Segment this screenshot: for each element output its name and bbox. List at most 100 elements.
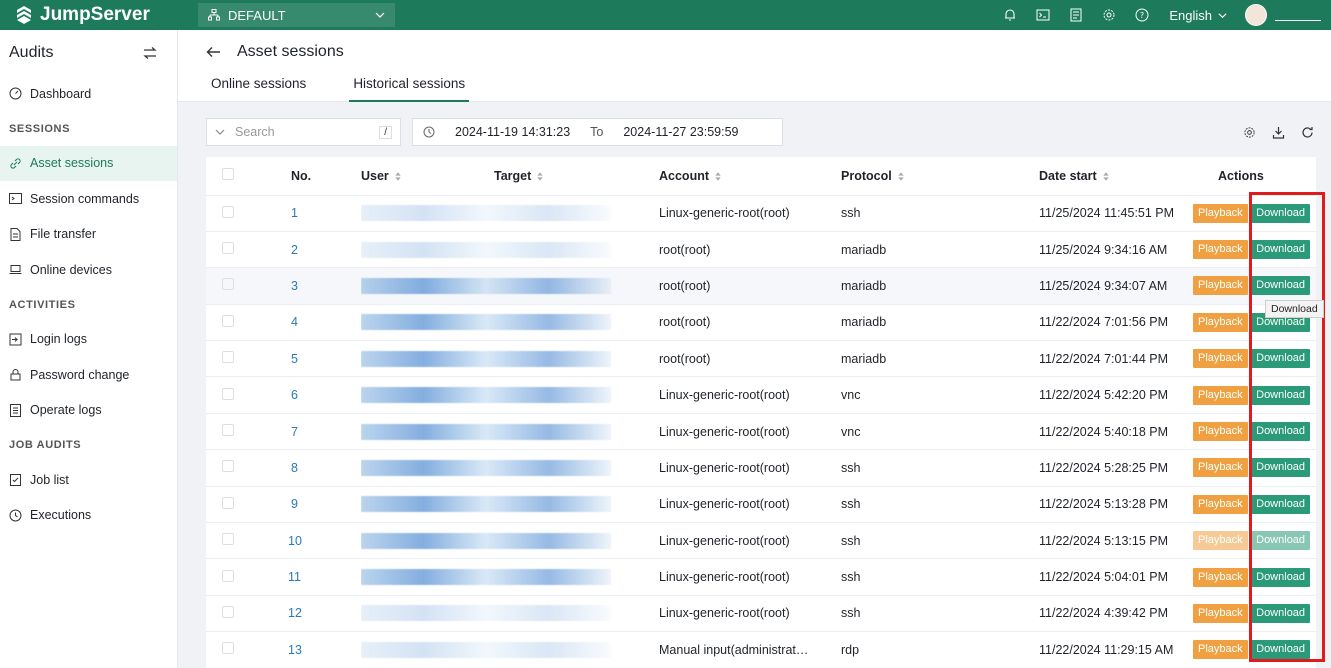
- playback-button[interactable]: Playback: [1193, 203, 1248, 223]
- col-header-target[interactable]: Target: [494, 157, 659, 196]
- sidebar-item-session-commands[interactable]: Session commands: [0, 181, 177, 217]
- table-row[interactable]: 5 root(root) mariadb 11/22/2024 7:01:44 PM P…: [206, 340, 1316, 378]
- sidebar-item-online-devices[interactable]: Online devices: [0, 252, 177, 288]
- table-row[interactable]: 6 Linux-generic-root(root) vnc 11/22/2024 5…: [206, 376, 1316, 414]
- row-number-link[interactable]: 8: [291, 461, 298, 475]
- row-checkbox[interactable]: [222, 496, 234, 509]
- row-checkbox[interactable]: [222, 314, 234, 327]
- row-checkbox[interactable]: [222, 642, 234, 655]
- sort-icon[interactable]: [897, 171, 905, 182]
- playback-button[interactable]: Playback: [1193, 312, 1248, 332]
- sidebar-item-password-change[interactable]: Password change: [0, 357, 177, 393]
- playback-button[interactable]: Playback: [1193, 640, 1248, 660]
- col-header-user[interactable]: User: [361, 157, 494, 196]
- table-row[interactable]: 10 Linux-generic-root(root) ssh 11/22/2024 …: [206, 522, 1316, 560]
- date-from[interactable]: 2024-11-19 14:31:23: [455, 125, 570, 139]
- row-number-link[interactable]: 10: [288, 534, 302, 548]
- playback-button[interactable]: Playback: [1193, 349, 1248, 369]
- redacted-user-target: [361, 605, 611, 622]
- refresh-icon[interactable]: [1301, 126, 1314, 139]
- playback-button[interactable]: Playback: [1193, 494, 1248, 514]
- row-checkbox[interactable]: [222, 242, 234, 255]
- row-checkbox[interactable]: [222, 424, 234, 437]
- row-number-link[interactable]: 4: [291, 315, 298, 329]
- switch-view-icon[interactable]: [143, 47, 157, 59]
- table-row[interactable]: 7 Linux-generic-root(root) vnc 11/22/2024 5…: [206, 413, 1316, 451]
- date-range-picker[interactable]: 2024-11-19 14:31:23 To 2024-11-27 23:59:…: [412, 118, 783, 146]
- row-number-link[interactable]: 11: [288, 570, 301, 584]
- date-to[interactable]: 2024-11-27 23:59:59: [623, 125, 738, 139]
- row-number-link[interactable]: 2: [291, 243, 298, 257]
- brand-logo[interactable]: JumpServer: [0, 4, 190, 26]
- row-checkbox[interactable]: [222, 569, 234, 582]
- table-row[interactable]: 12 Linux-generic-root(root) ssh 11/22/2024 …: [206, 595, 1316, 633]
- playback-button[interactable]: Playback: [1193, 276, 1248, 296]
- sidebar-item-asset-sessions[interactable]: Asset sessions: [0, 145, 177, 181]
- sidebar-item-job-list[interactable]: Job list: [0, 462, 177, 498]
- table-row[interactable]: 8 Linux-generic-root(root) ssh 11/22/2024 5…: [206, 449, 1316, 487]
- tab-online-sessions[interactable]: Online sessions: [210, 74, 307, 102]
- back-arrow-icon[interactable]: [206, 46, 221, 58]
- sidebar-item-executions[interactable]: Executions: [0, 498, 177, 534]
- cell-date-start: 11/22/2024 11:29:15 AM: [1039, 631, 1191, 668]
- select-all-checkbox[interactable]: [222, 168, 234, 181]
- help-icon[interactable]: ?: [1134, 8, 1149, 23]
- org-selector[interactable]: DEFAULT: [198, 3, 395, 27]
- language-selector[interactable]: English: [1169, 8, 1227, 23]
- sidebar-item-dashboard[interactable]: Dashboard: [0, 76, 177, 112]
- row-number-link[interactable]: 13: [288, 643, 302, 657]
- sort-icon[interactable]: [1102, 171, 1110, 182]
- row-number-link[interactable]: 1: [291, 206, 298, 220]
- playback-button[interactable]: Playback: [1193, 603, 1248, 623]
- sidebar-item-login-logs[interactable]: Login logs: [0, 322, 177, 358]
- row-number-link[interactable]: 9: [291, 497, 298, 511]
- search-shortcut-hint: /: [379, 125, 392, 139]
- playback-button[interactable]: Playback: [1193, 458, 1248, 478]
- playback-button[interactable]: Playback: [1193, 567, 1248, 587]
- row-checkbox[interactable]: [222, 533, 234, 546]
- row-number-link[interactable]: 3: [291, 279, 298, 293]
- user-avatar[interactable]: [1245, 4, 1267, 26]
- table-row[interactable]: 11 Linux-generic-root(root) ssh 11/22/2024 …: [206, 558, 1316, 596]
- sidebar-section-job-audits: JOB AUDITS: [9, 439, 82, 451]
- row-checkbox[interactable]: [222, 351, 234, 364]
- row-checkbox[interactable]: [222, 460, 234, 473]
- playback-button[interactable]: Playback: [1193, 385, 1248, 405]
- tickets-icon[interactable]: [1068, 8, 1083, 23]
- playback-button[interactable]: Playback: [1193, 531, 1248, 551]
- table-row[interactable]: 4 root(root) mariadb 11/22/2024 7:01:56 PM P…: [206, 304, 1316, 342]
- table-row[interactable]: 2 root(root) mariadb 11/25/2024 9:34:16 AM P…: [206, 231, 1316, 269]
- export-download-icon[interactable]: [1272, 126, 1285, 139]
- col-header-date-start[interactable]: Date start: [1039, 157, 1191, 196]
- row-checkbox[interactable]: [222, 387, 234, 400]
- row-checkbox[interactable]: [222, 605, 234, 618]
- table-row[interactable]: 13 Manual input(administrat… rdp 11/22/2024…: [206, 631, 1316, 668]
- table-row[interactable]: 9 Linux-generic-root(root) ssh 11/22/2024 5…: [206, 486, 1316, 524]
- playback-button[interactable]: Playback: [1193, 422, 1248, 442]
- cell-protocol: rdp: [841, 631, 1039, 668]
- gear-icon[interactable]: [1101, 8, 1116, 23]
- row-number-link[interactable]: 7: [291, 425, 298, 439]
- sort-icon[interactable]: [714, 171, 722, 182]
- row-number-link[interactable]: 6: [291, 388, 298, 402]
- table-row[interactable]: 3 root(root) mariadb 11/25/2024 9:34:07 AM P…: [206, 267, 1316, 305]
- sort-icon[interactable]: [394, 171, 402, 182]
- sort-icon[interactable]: [536, 171, 544, 182]
- table-row[interactable]: 1 Linux-generic-root(root) ssh 11/25/2024 1…: [206, 195, 1316, 232]
- tab-historical-sessions[interactable]: Historical sessions: [349, 74, 470, 102]
- col-header-account[interactable]: Account: [659, 157, 841, 196]
- playback-button[interactable]: Playback: [1193, 240, 1248, 260]
- sidebar-item-file-transfer[interactable]: File transfer: [0, 217, 177, 253]
- col-header-protocol[interactable]: Protocol: [841, 157, 1039, 196]
- row-number-link[interactable]: 5: [291, 352, 298, 366]
- search-input[interactable]: Search /: [206, 118, 401, 146]
- settings-icon[interactable]: [1243, 126, 1256, 139]
- bell-icon[interactable]: [1002, 8, 1017, 23]
- row-number-link[interactable]: 12: [288, 606, 302, 620]
- row-checkbox[interactable]: [222, 205, 234, 218]
- terminal-icon[interactable]: [1035, 8, 1050, 23]
- row-checkbox[interactable]: [222, 278, 234, 291]
- username-redacted[interactable]: [1275, 9, 1321, 21]
- cell-account: Linux-generic-root(root): [659, 195, 841, 232]
- sidebar-item-operate-logs[interactable]: Operate logs: [0, 393, 177, 429]
